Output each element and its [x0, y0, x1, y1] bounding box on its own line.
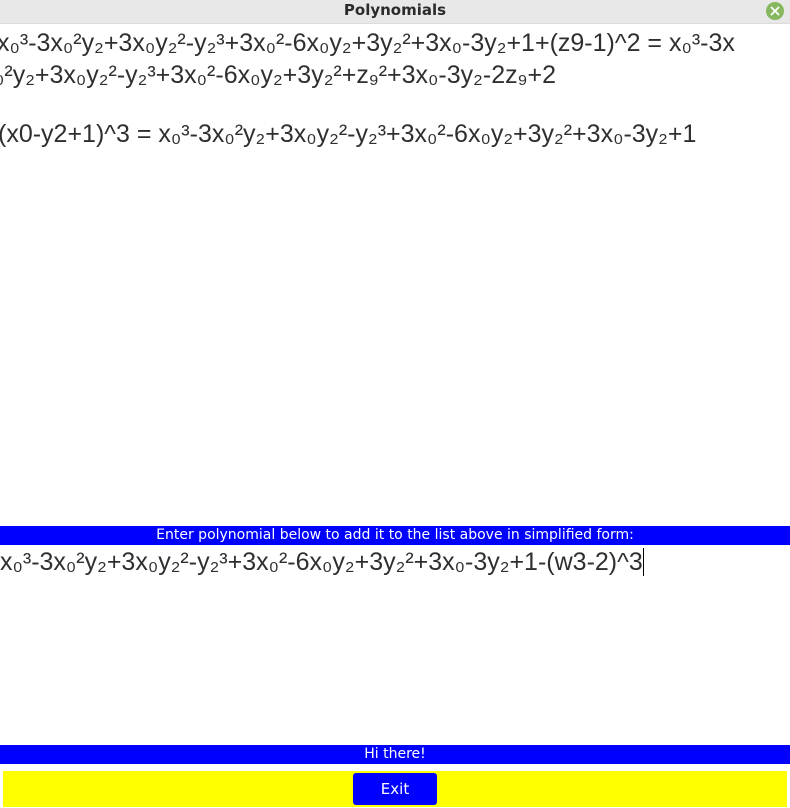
window-title: Polynomials [343, 1, 447, 19]
app-window: Polynomials x₀³-3x₀²y₂+3x₀y₂²-y₂³+3x₀²-6… [0, 0, 790, 808]
polynomial-line-1: x₀³-3x₀²y₂+3x₀y₂²-y₂³+3x₀²-6x₀y₂+3y₂²+3x… [0, 29, 735, 57]
exit-button[interactable]: Exit [353, 773, 437, 805]
polynomial-input[interactable]: x₀³-3x₀²y₂+3x₀y₂²-y₂³+3x₀²-6x₀y₂+3y₂²+3x… [0, 546, 790, 742]
status-message: Hi there! [0, 745, 790, 764]
button-bar: Exit [3, 771, 787, 807]
input-prompt-label: Enter polynomial below to add it to the … [0, 526, 790, 545]
close-icon[interactable] [766, 2, 784, 20]
polynomial-input-text: x₀³-3x₀²y₂+3x₀y₂²-y₂³+3x₀²-6x₀y₂+3y₂²+3x… [0, 548, 643, 576]
polynomial-line-2: ₀²y₂+3x₀y₂²-y₂³+3x₀²-6x₀y₂+3y₂²+z₉²+3x₀-… [0, 61, 557, 89]
polynomial-list: x₀³-3x₀²y₂+3x₀y₂²-y₂³+3x₀²-6x₀y₂+3y₂²+3x… [0, 27, 790, 523]
polynomial-line-3: (x0-y2+1)^3 = x₀³-3x₀²y₂+3x₀y₂²-y₂³+3x₀²… [0, 120, 697, 148]
text-caret [642, 548, 644, 576]
title-bar[interactable]: Polynomials [0, 0, 790, 24]
